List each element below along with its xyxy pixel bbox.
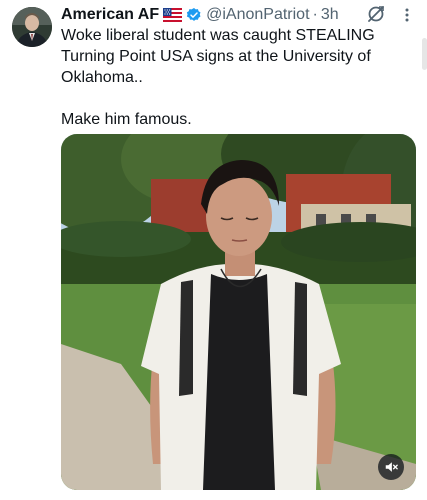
volume-muted-icon [385,462,398,472]
avatar[interactable] [12,7,52,47]
tweet-text-line: Woke liberal student was caught STEALING… [61,27,375,86]
tweet-timestamp[interactable]: 3h [321,6,339,24]
mute-toggle-button[interactable] [378,454,404,480]
author-handle[interactable]: @iAnonPatriot [206,6,309,24]
us-flag-icon [163,8,183,22]
video-player[interactable] [61,134,416,490]
more-options-icon[interactable] [398,6,416,24]
tweet-text: Woke liberal student was caught STEALING… [61,25,406,130]
tweet-text-line: Make him famous. [61,111,192,128]
grok-icon[interactable] [366,4,386,24]
author-name[interactable]: American AF [61,6,159,24]
verified-badge-icon[interactable] [186,7,202,23]
tweet[interactable]: American AF @iAnonPatriot · 3h Woke libe… [0,0,427,500]
scrollbar[interactable] [422,38,427,70]
tweet-header: American AF @iAnonPatriot · 3h [61,4,339,26]
separator-dot: · [312,6,318,23]
video-frame [61,134,416,490]
